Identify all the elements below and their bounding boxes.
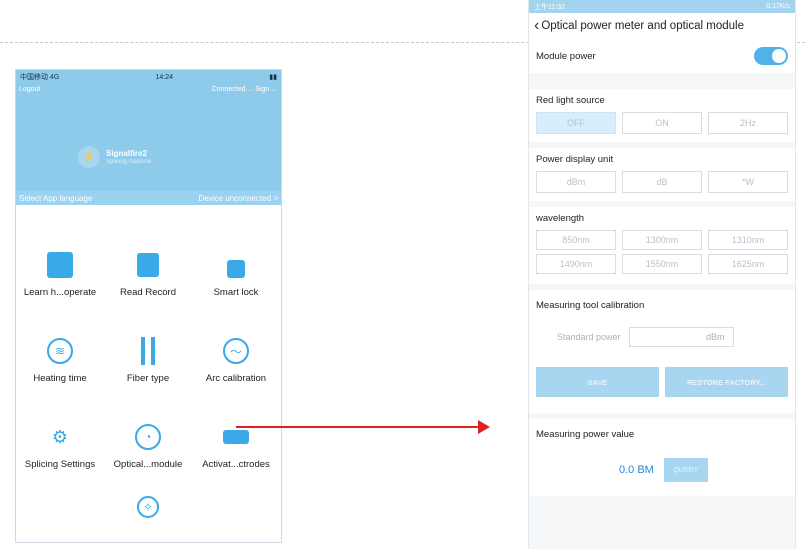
logo-icon: ⚡ [78,146,100,168]
grid-item-arc-calibration[interactable]: 〜 Arc calibration [192,336,280,384]
optical-module-screen: 上午11:32 0.17K/s ‹ Optical power meter an… [528,0,796,549]
measured-value: 0.0 BM [619,464,654,476]
red-light-2hz-button[interactable]: 2Hz [708,112,788,134]
language-select[interactable]: Select App language [19,194,92,203]
grid-item-fiber-type[interactable]: Fiber type [104,336,192,384]
grid-item-smart-lock[interactable]: Smart lock [192,250,280,298]
grid-label: Read Record [120,287,176,298]
wavelength-1310-button[interactable]: 1310nm [708,230,788,250]
status-bar: 中国移动 4G 14:24 ▮▮ [16,70,281,84]
device-status[interactable]: Device unconnected > [199,194,278,203]
measuring-label: Measuring power value [536,429,635,440]
status-bar: 上午11:32 0.17K/s [529,0,795,13]
time-label: 14:24 [155,73,174,81]
grid-label: Heating time [33,373,87,384]
splicing-settings-icon: ⚙ [51,426,69,447]
battery-icon: ▮▮ [269,74,277,81]
grid-label: Optical...module [113,459,183,470]
grid-label: Smart lock [213,287,259,298]
module-power-label: Module power [536,50,596,62]
arrow-line [236,426,481,428]
module-power-toggle[interactable] [754,47,788,65]
language-bar: Select App language Device unconnected > [16,191,281,205]
grid-item-splicing-settings[interactable]: ⚙ Splicing Settings [16,422,104,471]
red-light-off-button[interactable]: OFF [536,112,616,134]
record-icon [133,250,163,280]
module-power-row: Module power [529,39,795,73]
bulb-icon: ✧ [133,492,163,522]
wavelength-1550-button[interactable]: 1550nm [622,254,702,274]
fiber-type-icon [133,336,163,366]
title-bar: ‹ Optical power meter and optical module [529,13,795,39]
red-light-section: Red light source OFF ON 2Hz [529,89,795,142]
red-light-on-button[interactable]: ON [622,112,702,134]
grid-item-read-record[interactable]: Read Record [104,250,192,298]
page-title: Optical power meter and optical module [541,20,744,32]
grid-label: Splicing Settings [24,459,96,470]
standard-power-label: Standard power [557,332,621,342]
brand-name: Signalfire2 [106,149,147,158]
measuring-section: Measuring power value 0.0 BM QUERY [529,419,795,496]
arc-calibration-icon: 〜 [221,336,251,366]
time-label: 上午11:32 [534,3,565,11]
brand-subtitle: Splicing machine [106,159,152,165]
arrow-head-icon [478,420,490,434]
header-banner: Logout Connected ... Sign ... ⚡ Signalfi… [16,84,281,205]
back-icon[interactable]: ‹ [534,17,539,35]
wavelength-section: wavelength 850nm 1300nm 1310nm 1490nm 15… [529,207,795,284]
grid-item-activate-electrodes[interactable]: Activat...ctrodes [192,422,280,470]
unit-dbm-button[interactable]: dBm [536,171,616,193]
standard-power-unit: dBm [706,332,725,342]
red-light-label: Red light source [536,95,605,106]
grid-item-heating-time[interactable]: ≋ Heating time [16,336,104,384]
book-edit-icon [45,250,75,280]
wavelength-1625-button[interactable]: 1625nm [708,254,788,274]
wavelength-1490-button[interactable]: 1490nm [536,254,616,274]
brand: ⚡ Signalfire2 Splicing machine [78,146,151,168]
optical-module-icon: ◔ [133,422,163,452]
home-screen: 中国移动 4G 14:24 ▮▮ Logout Connected ... Si… [15,69,282,543]
grid-label: Activat...ctrodes [202,459,270,470]
carrier-label: 中国移动 4G [20,74,60,81]
power-unit-section: Power display unit dBm dB *W [529,148,795,201]
grid-label: Arc calibration [205,373,267,384]
restore-factory-button[interactable]: RESTORE FACTORY... [665,367,788,397]
unit-db-button[interactable]: dB [622,171,702,193]
connection-status[interactable]: Connected ... Sign ... [212,86,277,93]
wavelength-850-button[interactable]: 850nm [536,230,616,250]
logout-button[interactable]: Logout [19,86,40,93]
grid-item-bulb[interactable]: ✧ [104,492,192,529]
grid-item-learn[interactable]: Learn h...operate [16,250,104,298]
power-unit-label: Power display unit [536,154,614,165]
unit-w-button[interactable]: *W [708,171,788,193]
wavelength-label: wavelength [536,213,585,224]
heating-icon: ≋ [45,336,75,366]
network-speed: 0.17K/s [766,3,790,10]
grid-label: Fiber type [126,373,170,384]
grid-item-optical-module[interactable]: ◔ Optical...module [104,422,192,470]
save-button[interactable]: SAVE [536,367,659,397]
wavelength-1300-button[interactable]: 1300nm [622,230,702,250]
calibration-section: Measuring tool calibration Standard powe… [529,290,795,413]
grid-label: Learn h...operate [23,287,97,298]
calibration-label: Measuring tool calibration [536,300,645,311]
query-button[interactable]: QUERY [663,458,708,482]
standard-power-input[interactable]: dBm [628,327,734,347]
lock-icon [221,250,251,280]
